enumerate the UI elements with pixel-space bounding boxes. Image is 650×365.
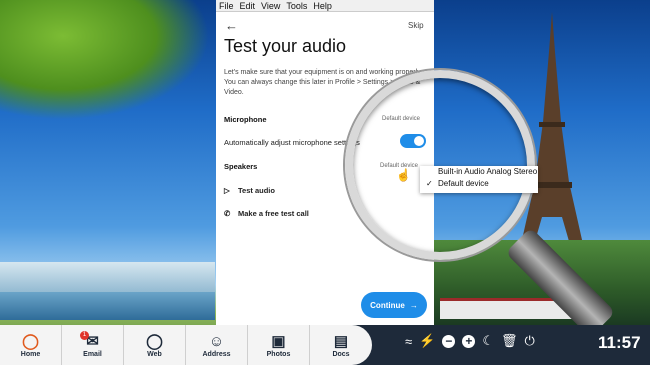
speakers-heading: Speakers: [224, 162, 258, 171]
wallpaper-tree: [0, 0, 210, 120]
continue-button[interactable]: Continue →: [361, 292, 427, 318]
hand-cursor-icon: ☝: [396, 168, 411, 182]
zoom-in-icon[interactable]: +: [462, 334, 476, 348]
arrow-right-icon: →: [409, 300, 418, 310]
dock-address[interactable]: ☺ Address: [186, 325, 248, 365]
email-badge: 1: [80, 331, 89, 340]
dock-docs[interactable]: ▤ Docs: [310, 325, 372, 365]
dropdown-option-default-label: Default device: [438, 179, 489, 188]
speaker-device-dropdown: Built-in Audio Analog Stereo ✓ Default d…: [420, 166, 538, 193]
test-audio-label: Test audio: [238, 186, 275, 195]
phone-icon: ✆: [224, 209, 231, 218]
camera-icon: ▣: [271, 332, 286, 350]
wallpaper-river: [0, 292, 215, 320]
skip-button[interactable]: Skip: [408, 21, 424, 30]
power-icon[interactable]: ⏻: [525, 333, 535, 349]
dock-web[interactable]: ◯ Web: [124, 325, 186, 365]
dropdown-option-builtin[interactable]: Built-in Audio Analog Stereo: [420, 166, 538, 178]
docs-icon: ▤: [333, 332, 349, 350]
microphone-heading: Microphone: [224, 115, 267, 124]
dock-web-label: Web: [147, 350, 162, 358]
free-call-button[interactable]: ✆ Make a free test call: [224, 209, 309, 218]
address-icon: ☺: [208, 332, 225, 350]
dock-photos-label: Photos: [266, 350, 291, 358]
menu-help[interactable]: Help: [313, 1, 332, 11]
dock: ◯ Home ✉ Email ◯ Web ☺ Address ▣ Photos …: [0, 325, 372, 365]
menu-file[interactable]: File: [219, 1, 234, 11]
globe-icon: ◯: [146, 332, 163, 350]
check-icon: ✓: [426, 179, 433, 188]
menu-tools[interactable]: Tools: [286, 1, 307, 11]
dock-home-label: Home: [20, 350, 41, 358]
test-audio-button[interactable]: ▷ Test audio: [224, 186, 275, 195]
dock-email-label: Email: [83, 350, 102, 358]
magnifier-ring: [345, 70, 535, 260]
dock-email[interactable]: ✉ Email: [62, 325, 124, 365]
menu-bar: File Edit View Tools Help: [216, 0, 434, 12]
trash-icon[interactable]: 🗑: [501, 333, 518, 349]
menu-edit[interactable]: Edit: [240, 1, 256, 11]
continue-label: Continue: [370, 300, 405, 310]
menu-view[interactable]: View: [261, 1, 280, 11]
dock-docs-label: Docs: [332, 350, 350, 358]
dock-address-label: Address: [202, 350, 231, 358]
auto-adjust-label: Automatically adjust microphone settings: [224, 138, 360, 147]
dock-home[interactable]: ◯ Home: [0, 325, 62, 365]
zoom-out-icon[interactable]: −: [442, 334, 456, 348]
back-arrow-icon[interactable]: ←: [225, 18, 238, 33]
home-icon: ◯: [22, 332, 39, 350]
wifi-icon[interactable]: ≈: [405, 334, 412, 349]
dropdown-option-default[interactable]: ✓ Default device: [420, 178, 538, 190]
system-tray: ≈ ⚡ − + ☾ 🗑 ⏻: [405, 333, 535, 349]
clock: 11:57: [598, 333, 641, 352]
play-icon: ▷: [224, 186, 230, 195]
page-title: Test your audio: [224, 36, 347, 56]
dock-photos[interactable]: ▣ Photos: [248, 325, 310, 365]
battery-charging-icon[interactable]: ⚡: [419, 333, 435, 349]
free-call-label: Make a free test call: [238, 209, 309, 218]
night-mode-icon[interactable]: ☾: [482, 333, 494, 349]
